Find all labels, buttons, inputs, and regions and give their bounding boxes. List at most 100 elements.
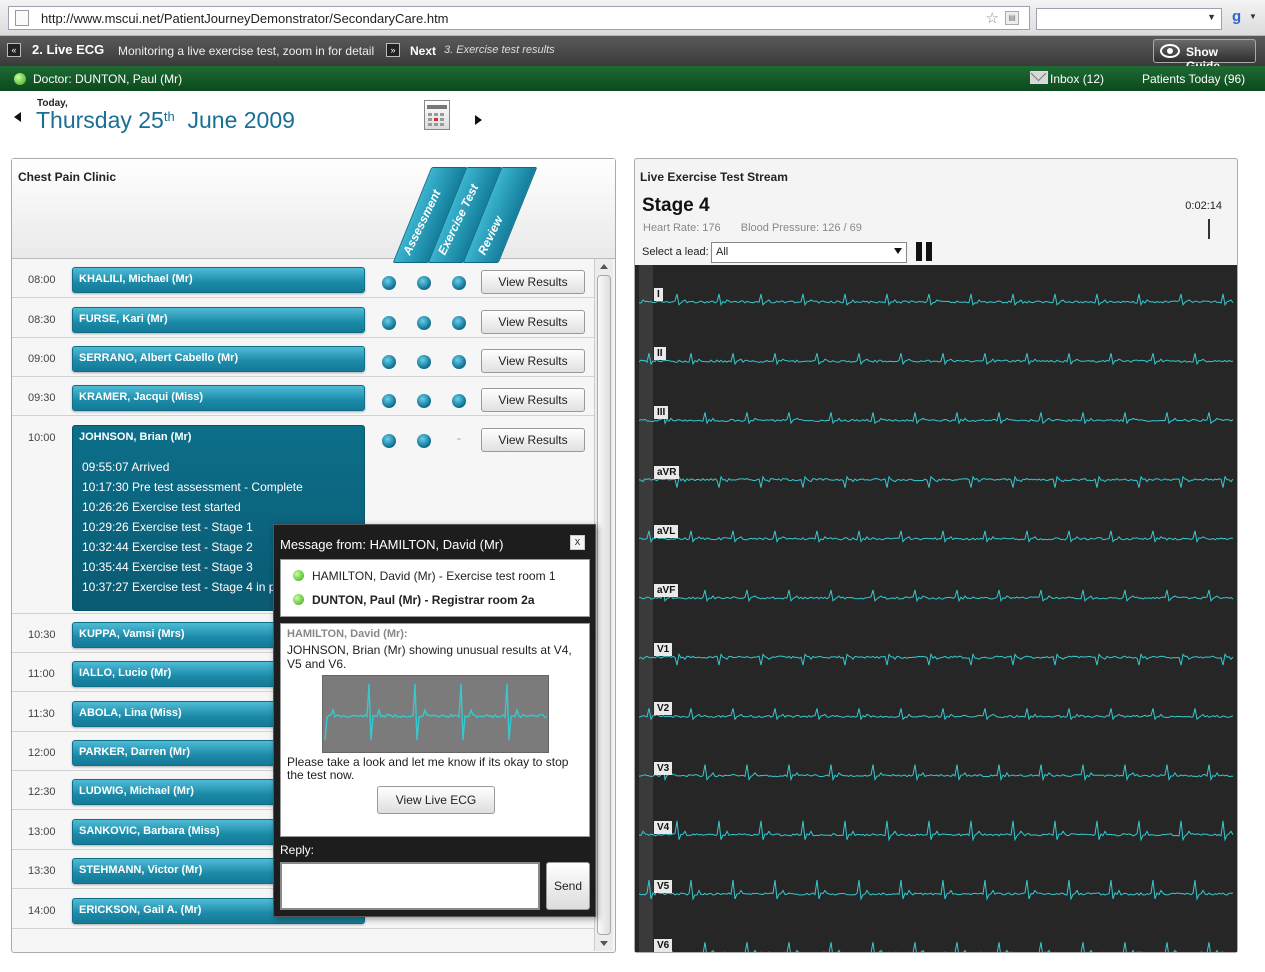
timeline-event: 10:35:44 Exercise test - Stage 3	[82, 560, 253, 574]
patient-button[interactable]: SERRANO, Albert Cabello (Mr)	[72, 346, 365, 372]
online-status-icon	[293, 594, 304, 605]
ecg-trace	[638, 475, 1234, 488]
lead-label: V2	[654, 702, 673, 716]
appointment-time: 13:00	[28, 826, 56, 838]
ecg-panel: Live Exercise Test Stream Stage 4 Heart …	[634, 158, 1238, 953]
message-text: JOHNSON, Brian (Mr) showing unusual resu…	[287, 643, 572, 671]
status-indicator-icon	[382, 276, 396, 290]
search-dropdown-icon[interactable]: ▼	[1207, 12, 1216, 22]
ecg-traces	[638, 293, 1234, 952]
patient-button[interactable]: FURSE, Kari (Mr)	[72, 307, 365, 333]
timeline-event: 10:26:26 Exercise test started	[82, 500, 241, 514]
appointment-time: 08:00	[28, 274, 56, 286]
clinic-scrollbar[interactable]	[594, 259, 613, 951]
lead-select[interactable]: All	[711, 242, 907, 263]
participants: HAMILTON, David (Mr) - Exercise test roo…	[280, 559, 590, 617]
search-engine-dropdown-icon[interactable]: ▼	[1249, 12, 1257, 21]
google-search-icon[interactable]: g	[1232, 8, 1241, 25]
online-status-icon	[293, 570, 304, 581]
view-live-ecg-button[interactable]: View Live ECG	[377, 786, 495, 814]
view-results-button[interactable]: View Results	[481, 270, 585, 294]
guide-step-title: 2. Live ECG	[32, 42, 105, 57]
clinic-header: Chest Pain Clinic Assessment Exercise Te…	[12, 159, 615, 263]
ecg-trace	[638, 708, 1234, 721]
status-indicator-icon	[417, 434, 431, 448]
appointment-time: 11:30	[28, 708, 55, 720]
next-day-icon[interactable]	[475, 115, 482, 125]
ecg-trace	[638, 820, 1234, 842]
clinic-title: Chest Pain Clinic	[18, 170, 117, 184]
lead-label: aVF	[654, 584, 679, 597]
ecg-stream: I II III aVR aVL aVF V1 V2 V3 V4 V5 V6	[635, 265, 1237, 952]
ecg-trace	[639, 530, 1234, 544]
view-results-button[interactable]: View Results	[481, 388, 585, 412]
scroll-up-icon[interactable]	[600, 264, 608, 269]
next-step-icon[interactable]: »	[386, 43, 400, 57]
pause-icon[interactable]	[916, 242, 932, 261]
status-indicator-icon	[452, 316, 466, 330]
patient-button[interactable]: KHALILI, Michael (Mr)	[72, 267, 365, 293]
address-bar[interactable]: http://www.mscui.net/PatientJourneyDemon…	[8, 6, 1030, 30]
status-indicator-icon	[452, 355, 466, 369]
lead-label: V6	[654, 939, 673, 952]
appointment-time: 09:00	[28, 353, 56, 365]
appointment-time: 14:00	[28, 905, 56, 917]
view-results-button[interactable]: View Results	[481, 428, 585, 452]
view-results-button[interactable]: View Results	[481, 349, 585, 373]
appointment-time: 10:00	[28, 432, 56, 444]
lead-label: aVL	[654, 524, 679, 538]
ecg-trace	[638, 652, 1234, 666]
show-guide-button[interactable]: Show Guide	[1153, 39, 1256, 73]
status-indicator-icon	[382, 434, 396, 448]
participant-location: - Exercise test room 1	[435, 569, 556, 583]
appointment-time: 13:30	[28, 865, 56, 877]
send-button[interactable]: Send	[546, 862, 590, 910]
status-indicator-icon	[452, 276, 466, 290]
participant-name: DUNTON, Paul (Mr)	[312, 593, 422, 607]
calendar-icon[interactable]	[424, 100, 450, 130]
message-text-request: Please take a look and let me know if it…	[287, 755, 569, 782]
vitals: Heart Rate: 176 Blood Pressure: 126 / 69	[643, 222, 862, 234]
reply-label: Reply:	[280, 843, 315, 857]
guide-step-description: Monitoring a live exercise test, zoom in…	[118, 44, 375, 58]
scroll-thumb[interactable]	[597, 275, 611, 935]
view-results-button[interactable]: View Results	[481, 310, 585, 334]
lead-select-value: All	[716, 246, 729, 258]
inbox-link[interactable]: Inbox (12)	[1050, 72, 1104, 86]
current-date: Thursday 25th June 2009	[36, 107, 295, 134]
date-weekday-day: Thursday 25	[36, 107, 164, 133]
message-sender: HAMILTON, David (Mr):	[287, 628, 408, 640]
eye-icon	[1160, 44, 1180, 58]
status-indicator-icon	[417, 394, 431, 408]
favorite-star-icon[interactable]: ☆	[986, 9, 999, 27]
participant-location: - Registrar room 2a	[421, 593, 535, 607]
patients-today-link[interactable]: Patients Today (96)	[1142, 72, 1245, 86]
envelope-icon[interactable]	[1030, 71, 1048, 84]
next-step-link[interactable]: Next	[410, 44, 436, 58]
message-body: HAMILTON, David (Mr): JOHNSON, Brian (Mr…	[280, 623, 590, 837]
appointment-time: 11:00	[28, 668, 55, 680]
participant-row: DUNTON, Paul (Mr) - Registrar room 2a	[293, 593, 535, 607]
status-indicator-icon	[417, 316, 431, 330]
table-row: 08:00 KHALILI, Michael (Mr) View Results	[12, 259, 594, 298]
previous-day-icon[interactable]	[14, 112, 21, 122]
ecg-panel-title: Live Exercise Test Stream	[640, 170, 788, 184]
participant-row: HAMILTON, David (Mr) - Exercise test roo…	[293, 569, 556, 583]
scroll-down-icon[interactable]	[600, 941, 608, 946]
doctor-bar: Doctor: DUNTON, Paul (Mr) Inbox (12) Pat…	[0, 66, 1265, 91]
close-icon[interactable]: x	[570, 535, 585, 550]
patient-button[interactable]: KRAMER, Jacqui (Miss)	[72, 385, 365, 411]
date-ordinal: th	[163, 109, 175, 124]
search-input[interactable]: ▼	[1036, 8, 1222, 30]
lead-label: aVR	[654, 465, 680, 479]
message-popup: Message from: HAMILTON, David (Mr) x HAM…	[273, 524, 596, 917]
ecg-thumbnail-trace	[324, 683, 548, 741]
next-step-description: 3. Exercise test results	[444, 44, 555, 56]
previous-step-icon[interactable]: «	[7, 43, 21, 57]
participant-name: HAMILTON, David (Mr)	[312, 569, 436, 583]
appointment-time: 12:00	[28, 747, 56, 759]
select-lead-label: Select a lead:	[642, 246, 709, 258]
reply-input[interactable]	[280, 862, 540, 910]
appointment-time: 10:30	[28, 629, 56, 641]
feed-icon[interactable]: ▤	[1005, 11, 1019, 25]
